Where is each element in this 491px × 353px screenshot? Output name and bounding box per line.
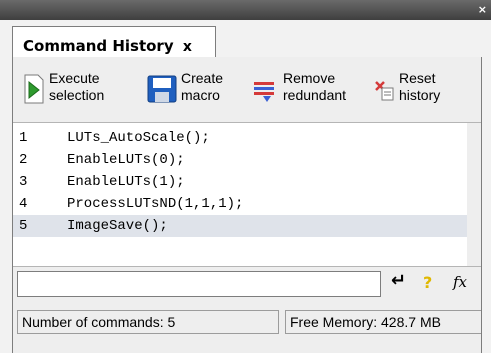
fx-icon[interactable]: fx	[453, 273, 467, 291]
tab-strip: Command History x	[0, 20, 491, 58]
line-number: 5	[19, 218, 28, 234]
tab-close-icon[interactable]: x	[183, 39, 192, 55]
history-line-selected[interactable]: 5 ImageSave();	[13, 215, 467, 237]
line-code: ProcessLUTsND(1,1,1);	[67, 196, 244, 212]
tab-command-history[interactable]: Command History x	[12, 26, 216, 57]
reset-history-button[interactable]: Reset history	[373, 70, 440, 110]
remove-redundant-button[interactable]: Remove redundant	[251, 70, 346, 110]
enter-icon[interactable]: ↵	[391, 270, 406, 291]
command-history-panel: Execute selection Create macro Remove re…	[12, 57, 482, 353]
command-input[interactable]	[17, 271, 381, 297]
execute-icon	[23, 74, 45, 104]
status-bar: Number of commands: 5 Free Memory: 428.7…	[13, 308, 481, 334]
history-line[interactable]: 3 EnableLUTs(1);	[13, 171, 467, 193]
command-row: ↵ ? fx	[13, 267, 481, 297]
history-line[interactable]: 1 LUTs_AutoScale();	[13, 127, 467, 149]
remove-redundant-icon	[251, 74, 279, 104]
create-label-line2: macro	[181, 87, 220, 103]
free-memory-status: Free Memory: 428.7 MB	[285, 310, 481, 334]
command-count-status: Number of commands: 5	[17, 310, 279, 334]
line-code: EnableLUTs(0);	[67, 152, 185, 168]
history-line[interactable]: 2 EnableLUTs(0);	[13, 149, 467, 171]
line-number: 1	[19, 130, 28, 146]
reset-history-icon	[373, 74, 395, 104]
tab-label: Command History	[23, 37, 174, 55]
execute-label-line2: selection	[49, 87, 105, 103]
line-code: LUTs_AutoScale();	[67, 130, 210, 146]
reset-label-line2: history	[399, 87, 441, 103]
remove-label-line2: redundant	[283, 87, 347, 103]
save-disk-icon	[147, 74, 177, 104]
line-number: 3	[19, 174, 28, 190]
create-label-line1: Create	[181, 70, 224, 86]
line-number: 2	[19, 152, 28, 168]
execute-selection-button[interactable]: Execute selection	[23, 70, 104, 110]
remove-label-line1: Remove	[283, 70, 336, 86]
toolbar: Execute selection Create macro Remove re…	[13, 57, 481, 121]
history-list[interactable]: 1 LUTs_AutoScale(); 2 EnableLUTs(0); 3 E…	[13, 122, 481, 267]
title-bar: ×	[0, 0, 491, 20]
line-number: 4	[19, 196, 28, 212]
create-macro-button[interactable]: Create macro	[147, 70, 223, 110]
line-code: EnableLUTs(1);	[67, 174, 185, 190]
line-code: ImageSave();	[67, 218, 168, 234]
history-line[interactable]: 4 ProcessLUTsND(1,1,1);	[13, 193, 467, 215]
help-icon[interactable]: ?	[423, 273, 432, 292]
execute-label-line1: Execute	[49, 70, 100, 86]
reset-label-line1: Reset	[399, 70, 436, 86]
vertical-scrollbar[interactable]	[467, 123, 481, 266]
window-close-icon[interactable]: ×	[478, 4, 487, 15]
